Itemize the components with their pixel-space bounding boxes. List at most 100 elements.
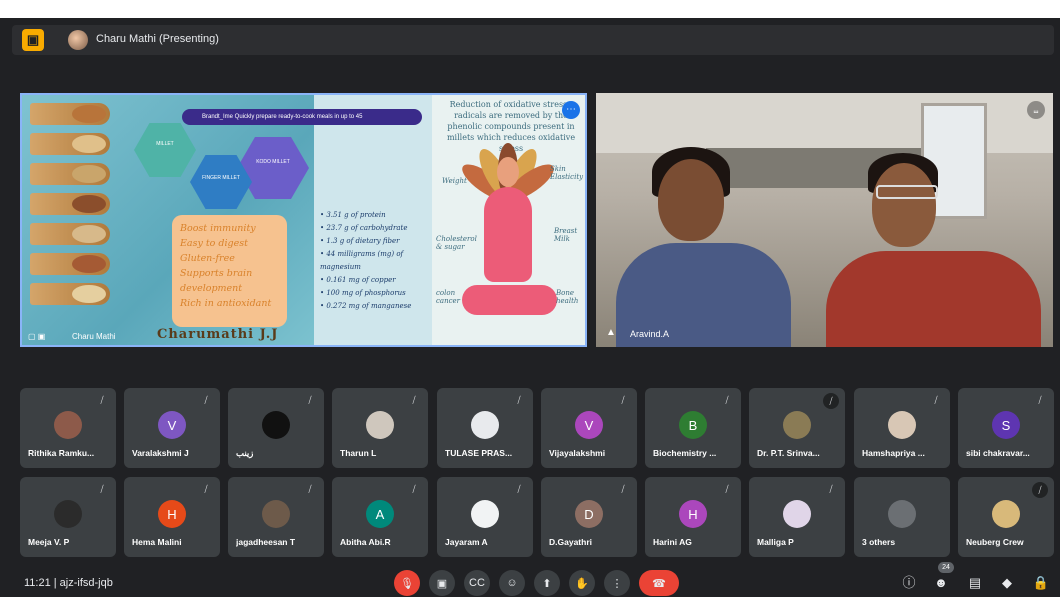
slide-middle-panel: • 3.51 g of protein • 23.7 g of carbohyd…: [314, 95, 432, 345]
participant-tile[interactable]: Tharun L ⧸: [332, 388, 428, 468]
mic-off-icon: ⧸: [1032, 482, 1048, 498]
participant-name: 3 others: [862, 537, 896, 547]
chat-icon[interactable]: ▤: [964, 572, 986, 594]
share-tile-label: Charu Mathi: [72, 332, 116, 341]
captions-icon[interactable]: CC: [464, 570, 490, 596]
benefit-item: Easy to digest: [180, 238, 248, 249]
slide-left-panel: MILLET KODO MILLET FINGER MILLET Boost i…: [22, 95, 314, 345]
participant-avatar: V: [575, 411, 603, 439]
participant-tile[interactable]: Jayaram A ⧸: [437, 477, 533, 557]
participant-tile[interactable]: Dr. P.T. Srinva... ⧸: [749, 388, 845, 468]
participant-tile[interactable]: TULASE PRAS... ⧸: [437, 388, 533, 468]
presenter-avatar: [68, 30, 88, 50]
participant-tile[interactable]: A Abitha Abi.R ⧸: [332, 477, 428, 557]
mic-off-icon: ⧸: [308, 395, 312, 405]
more-options-icon[interactable]: ⋯: [562, 101, 580, 119]
nutrition-item: • 0.161 mg of copper: [320, 276, 396, 284]
grain-spoon: [30, 193, 110, 215]
camera-tile-label: Aravind.A: [630, 329, 670, 339]
nutrition-item: • 0.272 mg of manganese: [320, 302, 412, 310]
participant-name: Vijayalakshmi: [549, 448, 606, 458]
participant-tile[interactable]: Ssibi chakravar... ⧸: [958, 388, 1054, 468]
mic-off-icon[interactable]: 🎙: [394, 570, 420, 596]
participant-tile[interactable]: H Hema Malini ⧸: [124, 477, 220, 557]
nutrition-item: • 1.3 g of dietary fiber: [320, 237, 400, 245]
mic-off-icon: ⧸: [725, 484, 729, 494]
mic-off-icon: ⧸: [204, 484, 208, 494]
camera-icon[interactable]: ▣: [429, 570, 455, 596]
hex-label: KODO MILLET: [256, 159, 290, 165]
participant-name: زینب: [236, 448, 254, 458]
participant-avatar: [262, 500, 290, 528]
participant-tile[interactable]: Neuberg Crew ⧸: [958, 477, 1054, 557]
top-strip: [0, 0, 1060, 18]
participant-name: TULASE PRAS...: [445, 448, 513, 458]
nutrition-item: • 3.51 g of protein: [320, 211, 386, 219]
participant-name: Dr. P.T. Srinva...: [757, 448, 820, 458]
participant-tile[interactable]: Hamshapriya ... ⧸: [854, 388, 950, 468]
participant-name: Abitha Abi.R: [340, 537, 391, 547]
nutrition-list: • 3.51 g of protein • 23.7 g of carbohyd…: [320, 209, 432, 313]
person-left-face: [658, 159, 724, 241]
mic-off-icon: ⧸: [1038, 395, 1042, 405]
host-controls-icon[interactable]: 🔒: [1030, 572, 1052, 594]
slide-tag: Cholesterol & sugar: [436, 235, 477, 251]
grain-spoon: [30, 133, 110, 155]
end-call-icon[interactable]: ☎: [639, 570, 679, 596]
participant-tile[interactable]: Meeja V. P ⧸: [20, 477, 116, 557]
participant-avatar: H: [158, 500, 186, 528]
mic-off-icon: ⧸: [621, 484, 625, 494]
camera-tile[interactable]: ⧢ ▲ Aravind.A: [596, 93, 1053, 347]
raise-hand-icon[interactable]: ✋: [569, 570, 595, 596]
presenter-name: Charu Mathi (Presenting): [96, 33, 219, 45]
more-icon[interactable]: ⋮: [604, 570, 630, 596]
participant-avatar: [262, 411, 290, 439]
participant-tile[interactable]: V Varalakshmi J ⧸: [124, 388, 220, 468]
participant-name: Harini AG: [653, 537, 692, 547]
participant-tile[interactable]: jagadheesan T ⧸: [228, 477, 324, 557]
benefit-item: Rich in antioxidant: [180, 298, 272, 309]
pin-icon[interactable]: ▲: [606, 327, 616, 338]
grain-spoon: [30, 253, 110, 275]
participant-name: Biochemistry ...: [653, 448, 717, 458]
grain-spoon: [30, 283, 110, 305]
emoji-icon[interactable]: ☺: [499, 570, 525, 596]
millet-hex: MILLET: [134, 123, 196, 177]
participant-avatar: [471, 411, 499, 439]
participant-tile[interactable]: V Vijayalakshmi ⧸: [541, 388, 637, 468]
participant-tile[interactable]: 3 others: [854, 477, 950, 557]
participant-name: Jayaram A: [445, 537, 488, 547]
participant-name: Meeja V. P: [28, 537, 70, 547]
participant-avatar: [888, 500, 916, 528]
participant-avatar: [783, 500, 811, 528]
grain-spoon: [30, 163, 110, 185]
participant-tile[interactable]: H Harini AG ⧸: [645, 477, 741, 557]
participant-tile[interactable]: Malliga P ⧸: [749, 477, 845, 557]
participant-avatar: B: [679, 411, 707, 439]
participant-tile[interactable]: B Biochemistry ... ⧸: [645, 388, 741, 468]
participant-tile[interactable]: Rithika Ramku... ⧸: [20, 388, 116, 468]
screen-share-tile[interactable]: MILLET KODO MILLET FINGER MILLET Boost i…: [20, 93, 587, 347]
slide-tag: colon cancer: [436, 289, 461, 305]
participant-name: D.Gayathri: [549, 537, 592, 547]
slide-tag: Bone health: [556, 289, 579, 305]
participant-avatar: [992, 500, 1020, 528]
mic-off-icon: ⧸: [823, 393, 839, 409]
people-icon[interactable]: ☻: [930, 572, 952, 594]
participant-tile[interactable]: D D.Gayathri ⧸: [541, 477, 637, 557]
participant-name: Hamshapriya ...: [862, 448, 925, 458]
participant-name: Rithika Ramku...: [28, 448, 95, 458]
slide-title: Charumathi J.J: [157, 327, 279, 342]
mic-off-icon: ⧸: [621, 395, 625, 405]
benefit-item: Supports brain: [180, 268, 253, 279]
nutrition-item: • 23.7 g of carbohydrate: [320, 224, 408, 232]
participant-tile[interactable]: زینب ⧸: [228, 388, 324, 468]
person-right-face: [872, 163, 936, 247]
participant-name: Varalakshmi J: [132, 448, 189, 458]
benefit-item: development: [180, 283, 243, 294]
activities-icon[interactable]: ◆: [996, 572, 1018, 594]
present-icon[interactable]: ⬆: [534, 570, 560, 596]
mic-off-icon: ⧸: [100, 484, 104, 494]
info-icon[interactable]: ⓘ: [898, 572, 920, 594]
grain-spoon: [30, 103, 110, 125]
